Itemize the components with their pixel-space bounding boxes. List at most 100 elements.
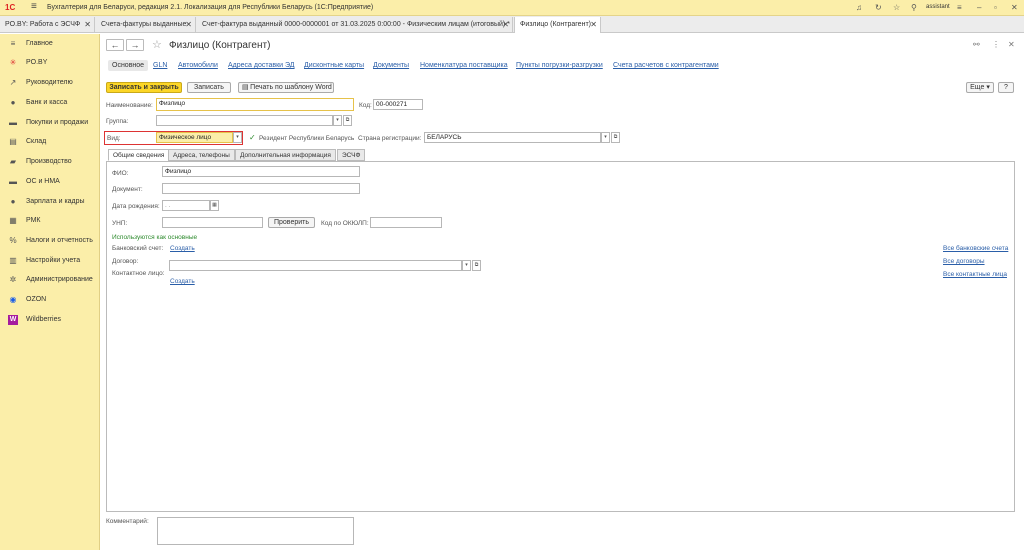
tab-label: Счет-фактура выданный 0000-0000001 от 31…	[202, 21, 510, 28]
contact-create-link[interactable]: Создать	[170, 278, 195, 285]
sidebar-item-ozon[interactable]: ◉ OZON	[0, 293, 100, 309]
sidebar-item-manager[interactable]: ↗ Руководителю	[0, 76, 100, 92]
forward-button[interactable]: →	[126, 39, 144, 51]
nav-settlement-accounts[interactable]: Счета расчетов с контрагентами	[613, 62, 719, 69]
chevron-down-icon[interactable]: ▾	[233, 132, 242, 143]
user-name[interactable]: assistant	[926, 4, 950, 10]
bank-account-label: Банковский счет:	[112, 245, 164, 252]
tab-esf[interactable]: ЭСЧФ	[337, 149, 366, 161]
tab-additional[interactable]: Дополнительная информация	[235, 149, 336, 161]
close-icon[interactable]: ✕	[1011, 3, 1018, 12]
save-close-button[interactable]: Записать и закрыть	[106, 82, 182, 93]
bell-icon[interactable]: ♫	[856, 3, 862, 12]
poby-icon: ✳	[9, 58, 17, 67]
close-icon[interactable]: ✕	[502, 20, 509, 29]
sidebar-item-admin[interactable]: ✲ Администрирование	[0, 273, 100, 289]
nav-gln[interactable]: GLN	[153, 62, 167, 69]
window-tab-invoice[interactable]: Счет-фактура выданный 0000-0000001 от 31…	[197, 17, 513, 33]
open-icon[interactable]: ⧉	[611, 132, 620, 143]
fio-input[interactable]: Физлицо	[162, 166, 360, 177]
name-input[interactable]: Физлицо	[156, 98, 354, 111]
close-icon[interactable]: ✕	[185, 20, 192, 29]
all-bank-accounts-link[interactable]: Все банковские счета	[943, 245, 1008, 252]
restore-icon[interactable]: ▫	[994, 3, 997, 12]
kind-select[interactable]: Физическое лицо	[156, 132, 233, 143]
tab-general[interactable]: Общие сведения	[108, 149, 170, 161]
document-input[interactable]	[162, 183, 360, 194]
sidebar-item-salary[interactable]: ● Зарплата и кадры	[0, 195, 100, 211]
favorites-icon[interactable]: ☆	[893, 3, 900, 12]
chevron-down-icon[interactable]: ▾	[462, 260, 471, 271]
cash-register-icon: ▦	[9, 216, 17, 225]
window-tab-invoices[interactable]: Счета-фактуры выданные ✕	[96, 17, 196, 33]
close-icon[interactable]: ✕	[590, 20, 597, 29]
minimize-icon[interactable]: –	[977, 3, 981, 12]
general-panel	[106, 161, 1015, 512]
favorite-star-icon[interactable]: ☆	[152, 38, 162, 51]
sidebar-item-production[interactable]: ▰ Производство	[0, 155, 100, 171]
unp-input[interactable]	[162, 217, 263, 228]
sidebar-item-taxes[interactable]: % Налоги и отчетность	[0, 234, 100, 250]
sidebar-item-bank[interactable]: ● Банк и касса	[0, 96, 100, 112]
nav-cars[interactable]: Автомобили	[178, 62, 218, 69]
save-button[interactable]: Записать	[187, 82, 231, 93]
comment-textarea[interactable]	[157, 517, 354, 545]
contract-input[interactable]	[169, 260, 462, 271]
tab-addresses[interactable]: Адреса, телефоны	[168, 149, 235, 161]
more-label: Еще	[970, 84, 985, 91]
nav-discount-cards[interactable]: Дисконтные карты	[304, 62, 364, 69]
sidebar-item-settings[interactable]: ▥ Настройки учета	[0, 254, 100, 270]
more-vertical-icon[interactable]: ⋮	[992, 40, 1000, 49]
check-button[interactable]: Проверить	[268, 217, 315, 228]
okpo-input[interactable]	[370, 217, 442, 228]
code-input[interactable]: 00-000271	[373, 99, 423, 110]
sidebar-item-main[interactable]: ≡ Главное	[0, 37, 100, 53]
resident-checkbox[interactable]: ✓	[249, 134, 256, 142]
tab-label: Физлицо (Контрагент)	[520, 21, 591, 28]
chevron-down-icon[interactable]: ▾	[601, 132, 610, 143]
group-input[interactable]	[156, 115, 333, 126]
sidebar-item-label: Налоги и отчетность	[26, 237, 93, 244]
sidebar-item-wildberries[interactable]: W Wildberries	[0, 313, 100, 329]
all-contracts-link[interactable]: Все договоры	[943, 258, 985, 265]
open-icon[interactable]: ⧉	[472, 260, 481, 271]
nav-main[interactable]: Основное	[108, 60, 149, 71]
search-icon[interactable]: ⚲	[911, 3, 917, 12]
all-contacts-link[interactable]: Все контактные лица	[943, 271, 1007, 278]
help-button[interactable]: ?	[998, 82, 1014, 93]
nav-documents[interactable]: Документы	[373, 62, 409, 69]
sidebar-item-assets[interactable]: ▬ ОС и НМА	[0, 175, 100, 191]
window-tab-physlitso[interactable]: Физлицо (Контрагент) ✕	[514, 17, 601, 33]
code-label: Код:	[359, 102, 372, 109]
close-icon[interactable]: ✕	[84, 20, 91, 29]
bank-account-create-link[interactable]: Создать	[170, 245, 195, 252]
sidebar-item-poby[interactable]: ✳ PO.BY	[0, 56, 100, 72]
link-icon[interactable]: ⚯	[973, 40, 980, 49]
nav-delivery-addresses[interactable]: Адреса доставки ЭД	[228, 62, 295, 69]
sidebar-item-warehouse[interactable]: ▤ Склад	[0, 135, 100, 151]
close-form-icon[interactable]: ✕	[1008, 40, 1015, 49]
window-tab-esf[interactable]: PO.BY: Работа с ЭСЧФ ✕	[0, 17, 95, 33]
country-label: Страна регистрации:	[358, 135, 422, 142]
nav-loading-points[interactable]: Пункты погрузки-разгрузки	[516, 62, 603, 69]
warehouse-icon: ▤	[9, 137, 17, 146]
more-button[interactable]: Еще ▾	[966, 82, 994, 93]
history-icon[interactable]: ↻	[875, 3, 882, 12]
settings-menu-icon[interactable]: ≡	[957, 3, 962, 12]
printer-icon: ▤	[242, 84, 249, 91]
back-button[interactable]: ←	[106, 39, 124, 51]
sidebar-item-rmk[interactable]: ▦ РМК	[0, 214, 100, 230]
sidebar-item-label: Администрирование	[26, 276, 93, 283]
nav-supplier-nomenclature[interactable]: Номенклатура поставщика	[420, 62, 508, 69]
country-input[interactable]: БЕЛАРУСЬ	[424, 132, 601, 143]
page-title: Физлицо (Контрагент)	[169, 40, 271, 51]
main-menu-icon[interactable]: ≡	[31, 2, 37, 12]
sidebar-item-label: ОС и НМА	[26, 178, 60, 185]
print-word-button[interactable]: ▤ Печать по шаблону Word	[238, 82, 334, 93]
sidebar-item-sales[interactable]: ▬ Покупки и продажи	[0, 116, 100, 132]
calendar-icon[interactable]: ▦	[210, 200, 219, 211]
sections-panel: ≡ Главное ✳ PO.BY ↗ Руководителю ● Банк и ка…	[0, 34, 100, 550]
chevron-down-icon[interactable]: ▾	[333, 115, 342, 126]
open-icon[interactable]: ⧉	[343, 115, 352, 126]
birth-date-input[interactable]: . .	[162, 200, 210, 211]
